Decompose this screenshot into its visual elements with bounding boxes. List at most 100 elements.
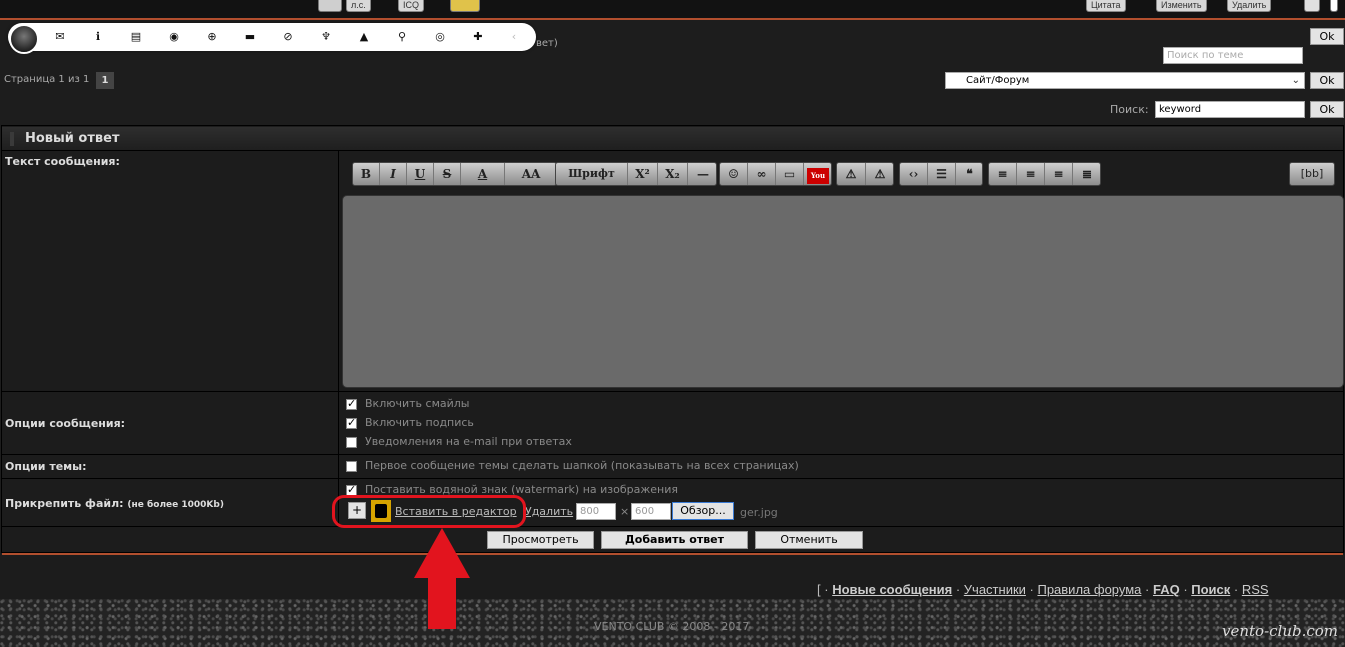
message-textarea[interactable] [342, 195, 1344, 388]
bold-button[interactable]: B [353, 163, 380, 185]
align-justify-icon[interactable]: ≣ [1073, 163, 1101, 185]
page-number[interactable]: 1 [96, 72, 114, 89]
preview-button[interactable]: Просмотреть [487, 531, 594, 549]
font-size-button[interactable]: AA [505, 163, 557, 185]
align-group: ≡ ≡ ≡ ≣ [988, 162, 1101, 186]
attach-note: (не более 1000Kb) [127, 500, 224, 510]
text-color-button[interactable]: A [461, 163, 505, 185]
topic-search-input[interactable]: Поиск по теме [1163, 47, 1303, 64]
subscript-button[interactable]: X₂ [658, 163, 688, 185]
font-family-button[interactable]: Шрифт [556, 163, 628, 185]
bell-icon[interactable]: ▲ [358, 31, 370, 43]
edit-button[interactable]: Изменить [1156, 0, 1207, 12]
column-divider [338, 151, 339, 527]
rss-link[interactable]: RSS [1242, 582, 1269, 597]
superscript-button[interactable]: X² [628, 163, 658, 185]
footer-links: [ · Новые сообщения · Участники · Правил… [817, 582, 1269, 597]
members-link[interactable]: Участники [964, 582, 1026, 597]
smilies-checkbox[interactable] [346, 397, 357, 410]
forum-select-value: Сайт/Форум [966, 75, 1030, 86]
strike-button[interactable]: S [434, 163, 461, 185]
notify-checkbox[interactable] [346, 437, 357, 448]
smile-icon[interactable] [450, 0, 480, 12]
search-ok-button[interactable]: Ok [1310, 101, 1344, 118]
chevron-left-icon[interactable]: ‹ [508, 31, 520, 43]
spoiler-group: ⚠ ⚠ [836, 162, 894, 186]
icq-button[interactable]: ICQ [398, 0, 425, 12]
quote-icon[interactable]: ❝ [956, 163, 983, 185]
row-divider [2, 478, 1343, 479]
bb-mode-button[interactable]: [bb] [1290, 163, 1334, 185]
pin-first-post-checkbox[interactable] [346, 461, 357, 472]
rules-link[interactable]: Правила форума [1037, 582, 1141, 597]
delete-attachment-link[interactable]: Удалить [525, 505, 573, 518]
warning-icon[interactable]: ⚠ [837, 163, 866, 185]
ban-icon[interactable]: ⊘ [282, 31, 294, 43]
forum-select[interactable]: Сайт/Форум ⌄ [945, 72, 1305, 89]
hidden-caption: вет) [536, 38, 558, 49]
avatar[interactable] [9, 24, 39, 54]
image-height-input[interactable]: 600 [631, 503, 671, 520]
header-marker [10, 132, 14, 146]
code-icon[interactable]: ‹› [900, 163, 928, 185]
puzzle-icon[interactable]: ✚ [472, 31, 484, 43]
topic-options-label: Опции темы: [5, 460, 87, 473]
hide-icon[interactable]: ⚠ [866, 163, 894, 185]
search-link[interactable]: Поиск [1191, 582, 1230, 597]
code-group: ‹› ☰ ❝ [899, 162, 983, 186]
browse-button[interactable]: Обзор... [672, 502, 734, 520]
image-icon[interactable]: ▭ [776, 163, 804, 185]
chat-icon[interactable]: ◉ [168, 31, 180, 43]
up-icon[interactable] [1304, 0, 1320, 12]
bb-group: [bb] [1289, 162, 1335, 186]
delete-button[interactable]: Удалить [1227, 0, 1272, 12]
insert-group: ☺ ∞ ▭ You [719, 162, 832, 186]
search-input[interactable]: keyword [1155, 101, 1305, 118]
chevron-down-icon: ⌄ [1291, 75, 1300, 86]
underline-button[interactable]: U [407, 163, 434, 185]
plus-circle-icon[interactable]: ⊕ [206, 31, 218, 43]
link-icon[interactable]: ∞ [748, 163, 776, 185]
folder-icon[interactable]: ▬ [244, 31, 256, 43]
notify-label: Уведомления на e-mail при ответах [365, 435, 572, 448]
submit-reply-button[interactable]: Добавить ответ [601, 531, 748, 549]
pin-first-post-label: Первое сообщение темы сделать шапкой (по… [365, 459, 799, 472]
envelope-icon[interactable]: ✉ [54, 31, 66, 43]
site-watermark: vento-club.com [1222, 622, 1339, 640]
times-sign: × [620, 505, 630, 518]
row-divider [2, 454, 1343, 455]
editor-toolbar: B I U S A AA Шрифт X² X₂ — ☺ ∞ ▭ You ⚠ ⚠… [342, 155, 1344, 193]
list-icon[interactable]: ☰ [928, 163, 956, 185]
message-label: Текст сообщения: [5, 155, 120, 168]
eye-icon[interactable]: ◎ [434, 31, 446, 43]
arrow-up-icon [414, 528, 470, 578]
bookmark-icon[interactable]: ▤ [130, 31, 142, 43]
row-divider [2, 526, 1343, 527]
italic-button[interactable]: I [380, 163, 407, 185]
search-icon[interactable]: ⚲ [396, 31, 408, 43]
quote-button[interactable]: Цитата [1086, 0, 1126, 12]
floating-toolbar: ✉ ℹ ▤ ◉ ⊕ ▬ ⊘ ♆ ▲ ⚲ ◎ ✚ ‹ [8, 23, 536, 51]
align-right-icon[interactable]: ≡ [1045, 163, 1073, 185]
signature-checkbox[interactable] [346, 416, 357, 429]
align-center-icon[interactable]: ≡ [1017, 163, 1045, 185]
avatar-icon[interactable] [318, 0, 342, 12]
faq-link[interactable]: FAQ [1153, 582, 1180, 597]
top-bar: л.с. ICQ Цитата Изменить Удалить [0, 0, 1345, 18]
cancel-button[interactable]: Отменить [755, 531, 863, 549]
info-icon[interactable]: ℹ [92, 31, 104, 43]
copyright: VENTO CLUB © 2008 - 2017 [594, 620, 750, 633]
smiley-icon[interactable]: ☺ [720, 163, 748, 185]
image-width-input[interactable]: 800 [576, 503, 616, 520]
youtube-icon[interactable]: You [804, 163, 832, 185]
font-group: Шрифт X² X₂ — [555, 162, 717, 186]
trash-icon[interactable]: ♆ [320, 31, 332, 43]
hr-button[interactable]: — [688, 163, 718, 185]
accent-line [0, 18, 1345, 20]
align-left-icon[interactable]: ≡ [989, 163, 1017, 185]
topic-ok-button[interactable]: Ok [1310, 28, 1344, 45]
pm-button[interactable]: л.с. [346, 0, 371, 12]
smilies-label: Включить смайлы [365, 397, 470, 410]
forum-ok-button[interactable]: Ok [1310, 72, 1344, 89]
new-posts-link[interactable]: Новые сообщения [832, 582, 952, 597]
